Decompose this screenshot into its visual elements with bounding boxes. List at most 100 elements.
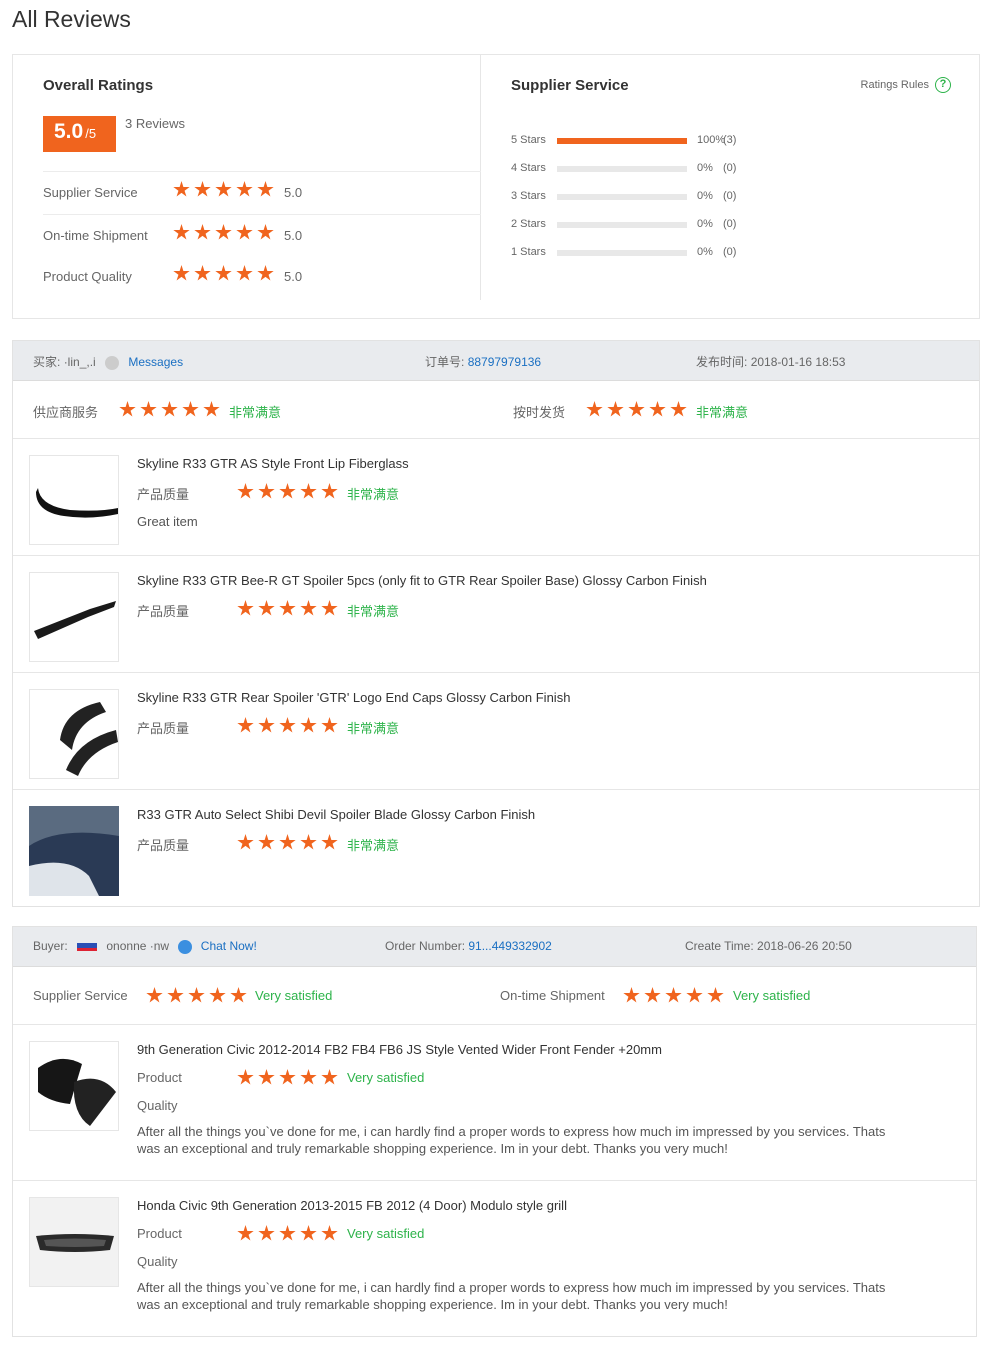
- review-header: Buyer: ononne ·nw Chat Now! Order Number…: [13, 927, 976, 967]
- chat-icon[interactable]: [178, 939, 193, 954]
- review-item: R33 GTR Auto Select Shibi Devil Spoiler …: [13, 790, 979, 906]
- distribution-count: (3): [723, 134, 737, 146]
- overall-row-label: On-time Shipment: [43, 228, 148, 243]
- star-icon: [119, 401, 136, 417]
- avatar-icon: [105, 355, 120, 370]
- star-icon: [236, 265, 253, 281]
- star-icon: [644, 987, 661, 1003]
- star-icon: [300, 483, 317, 499]
- product-thumbnail[interactable]: [29, 1197, 119, 1287]
- product-quality-label: Product: [137, 1226, 182, 1241]
- order-label: 订单号:: [425, 355, 465, 369]
- review-header: 买家: ·lin_,.i Messages 订单号: 88797979136 发…: [13, 341, 979, 381]
- product-name[interactable]: R33 GTR Auto Select Shibi Devil Spoiler …: [137, 807, 535, 822]
- star-icon: [258, 717, 275, 733]
- star-icon: [665, 987, 682, 1003]
- product-name[interactable]: Skyline R33 GTR Bee-R GT Spoiler 5pcs (o…: [137, 573, 707, 588]
- order-number-link[interactable]: 88797979136: [468, 355, 541, 369]
- buyer-info: Buyer: ononne ·nw Chat Now!: [33, 939, 257, 954]
- star-icon: [686, 987, 703, 1003]
- star-level-label: 3 Stars: [511, 190, 546, 202]
- satisfaction-label: Very satisfied: [733, 988, 811, 1003]
- distribution-count: (0): [723, 162, 737, 174]
- star-icon: [586, 401, 603, 417]
- star-level-label: 4 Stars: [511, 162, 546, 174]
- distribution-count: (0): [723, 218, 737, 230]
- star-rating: [237, 1069, 338, 1086]
- help-icon[interactable]: ?: [935, 77, 951, 93]
- distribution-bar: [557, 222, 687, 228]
- star-distribution-row: 3 Stars 0% (0): [511, 189, 761, 205]
- product-thumbnail[interactable]: [29, 1041, 119, 1131]
- satisfaction-label: 非常满意: [347, 721, 400, 736]
- star-rating: [119, 401, 220, 418]
- star-icon: [279, 717, 296, 733]
- chat-now-link[interactable]: Chat Now!: [201, 939, 257, 953]
- star-icon: [321, 1225, 338, 1241]
- product-thumbnail[interactable]: [29, 572, 119, 662]
- satisfaction-label: 非常满意: [696, 405, 749, 420]
- product-quality-label: Product: [137, 1070, 182, 1085]
- buyer-name: ononne ·nw: [106, 939, 170, 953]
- order-info: 订单号: 88797979136: [425, 353, 541, 370]
- ratings-rules-link[interactable]: Ratings Rules ?: [861, 77, 951, 93]
- product-name[interactable]: Skyline R33 GTR AS Style Front Lip Fiber…: [137, 456, 409, 471]
- ratings-overview: Overall Ratings 5.0/5 3 Reviews Supplier…: [12, 54, 980, 319]
- overall-score: 5.0: [54, 120, 84, 143]
- star-icon: [321, 834, 338, 850]
- messages-link[interactable]: Messages: [128, 355, 183, 369]
- star-rating: [586, 401, 687, 418]
- star-icon: [300, 1069, 317, 1085]
- star-icon: [237, 600, 254, 616]
- order-number-link[interactable]: 91...449332902: [468, 939, 551, 953]
- supplier-service-label: Supplier Service: [33, 988, 128, 1003]
- supplier-service-label: 供应商服务: [33, 405, 99, 420]
- ratings-rules-label: Ratings Rules: [860, 79, 929, 91]
- satisfaction-label: 非常满意: [347, 838, 400, 853]
- product-name[interactable]: Skyline R33 GTR Rear Spoiler 'GTR' Logo …: [137, 690, 570, 705]
- product-name[interactable]: Honda Civic 9th Generation 2013-2015 FB …: [137, 1198, 567, 1213]
- star-icon: [173, 224, 190, 240]
- service-ratings-row: Supplier Service Very satisfied On-time …: [13, 967, 976, 1025]
- review-item: Skyline R33 GTR Bee-R GT Spoiler 5pcs (o…: [13, 556, 979, 673]
- star-icon: [194, 224, 211, 240]
- star-icon: [140, 401, 157, 417]
- satisfaction-label: Very satisfied: [347, 1226, 425, 1241]
- star-icon: [257, 224, 274, 240]
- product-quality-label: Quality: [137, 1254, 178, 1269]
- star-icon: [167, 987, 184, 1003]
- star-icon: [215, 181, 232, 197]
- distribution-bar: [557, 250, 687, 256]
- star-icon: [209, 987, 226, 1003]
- star-distribution-row: 4 Stars 0% (0): [511, 161, 761, 177]
- star-icon: [279, 483, 296, 499]
- star-icon: [279, 600, 296, 616]
- product-thumbnail[interactable]: [29, 689, 119, 779]
- product-name[interactable]: 9th Generation Civic 2012-2014 FB2 FB4 F…: [137, 1042, 662, 1057]
- star-distribution-row: 2 Stars 0% (0): [511, 217, 761, 233]
- satisfaction-label: Very satisfied: [347, 1070, 425, 1085]
- product-quality-label: 产品质量: [137, 721, 190, 736]
- satisfaction-label: 非常满意: [347, 487, 400, 502]
- star-icon: [237, 1225, 254, 1241]
- star-icon: [300, 600, 317, 616]
- star-distribution-row: 5 Stars 100% (3): [511, 133, 761, 149]
- distribution-bar: [557, 138, 687, 144]
- overall-row-supplier-service: Supplier Service 5.0: [43, 171, 481, 214]
- satisfaction-label: 非常满意: [229, 405, 282, 420]
- product-thumbnail[interactable]: [29, 455, 119, 545]
- star-icon: [321, 1069, 338, 1085]
- review-count: 3 Reviews: [125, 116, 185, 131]
- star-icon: [321, 717, 338, 733]
- star-icon: [258, 1225, 275, 1241]
- buyer-label: Buyer:: [33, 939, 68, 953]
- page-title: All Reviews: [12, 6, 131, 32]
- overall-ratings-heading: Overall Ratings: [43, 77, 154, 94]
- distribution-count: (0): [723, 246, 737, 258]
- star-icon: [607, 401, 624, 417]
- product-thumbnail[interactable]: [29, 806, 119, 896]
- overall-score-suffix: /5: [85, 126, 97, 141]
- product-quality-label: 产品质量: [137, 604, 190, 619]
- satisfaction-label: 非常满意: [347, 604, 400, 619]
- buyer-info: 买家: ·lin_,.i Messages: [33, 353, 183, 370]
